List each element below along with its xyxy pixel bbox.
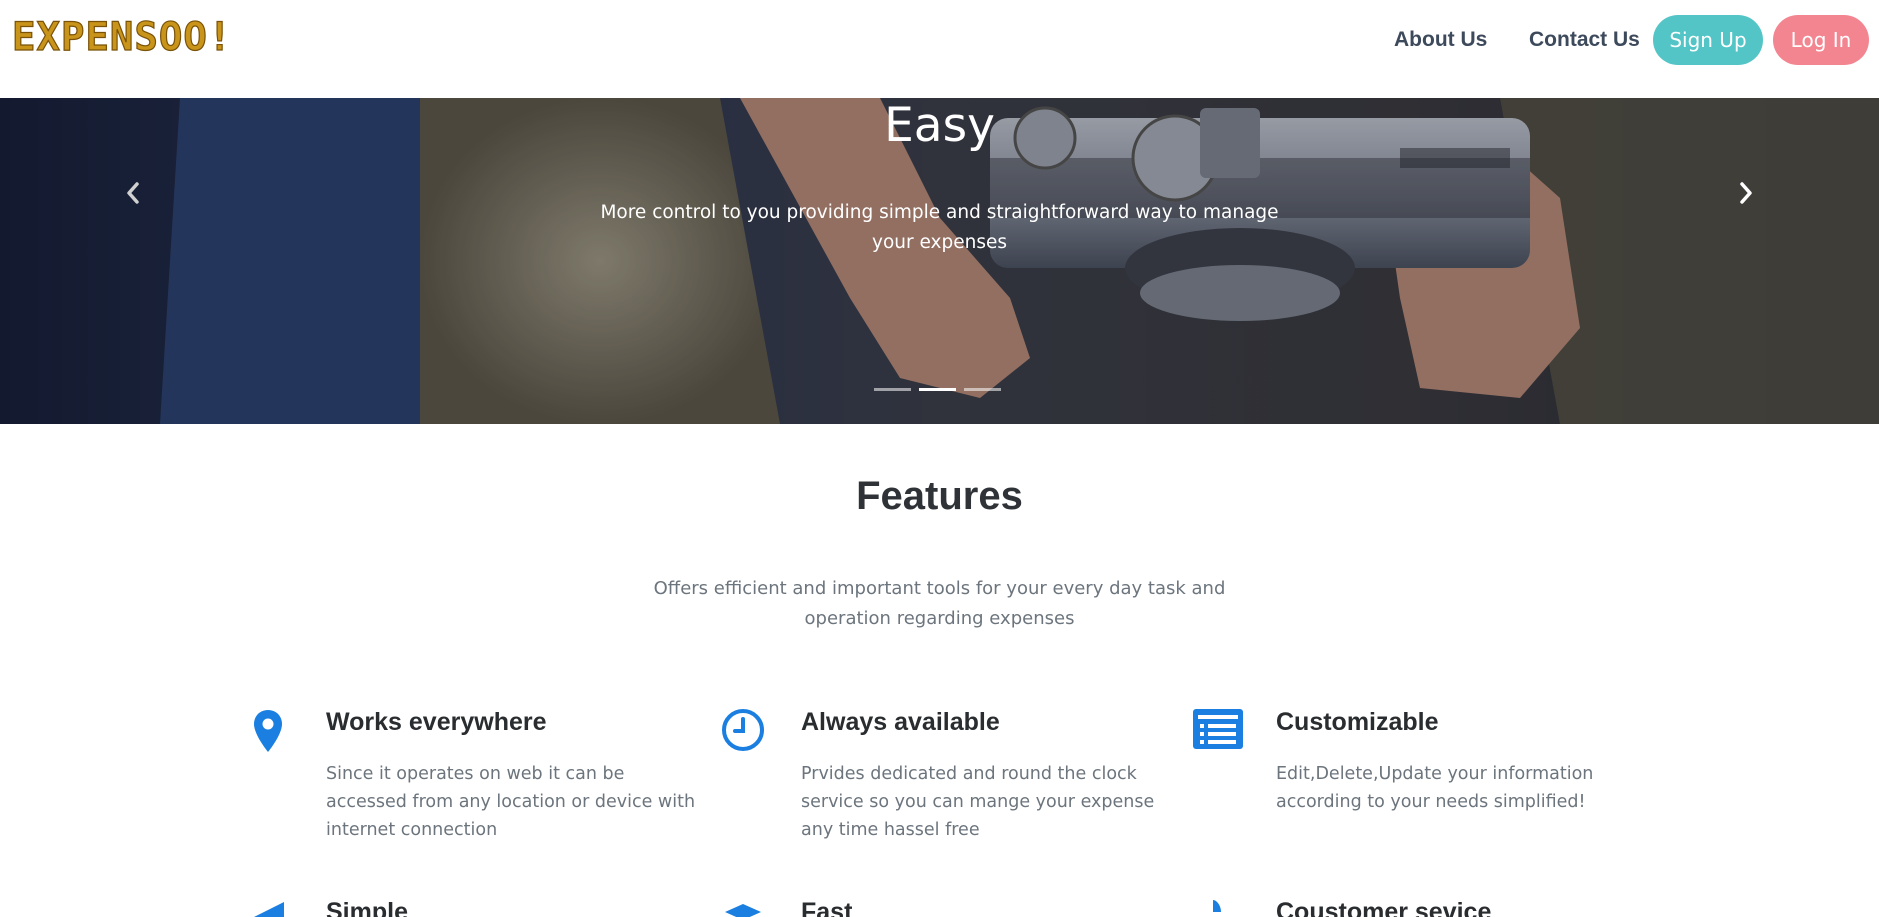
hero-title: Easy [884,98,995,153]
feature-description: Prvides dedicated and round the clock se… [801,764,1155,840]
feature-title: Simple [326,898,408,917]
feature-description: Since it operates on web it can be acces… [326,764,696,840]
carousel-indicator[interactable] [874,388,911,391]
carousel-indicators [874,388,1001,391]
signup-button[interactable]: Sign Up [1653,15,1763,65]
clock-icon [717,708,769,758]
svg-text:EXPENSOO!: EXPENSOO! [12,15,232,58]
navbar: EXPENSOO! About Us Contact Us Sign Up Lo… [0,0,1879,98]
hero-carousel: Easy More control to you providing simpl… [0,98,1879,424]
map-pin-icon [242,708,294,758]
features-lead: Offers efficient and important tools for… [653,578,1226,629]
feature-title: Coustomer sevice [1276,898,1492,917]
chevron-right-icon [1740,182,1752,204]
chevron-left-icon [127,182,139,204]
carousel-indicator-active[interactable] [919,388,956,391]
plane-icon [717,898,769,917]
carousel-next-button[interactable] [1731,178,1761,208]
phone-icon [1192,898,1244,917]
carousel-prev-button[interactable] [118,178,148,208]
megaphone-icon [242,898,294,917]
feature-title: Always available [801,708,1000,736]
brand-logo[interactable]: EXPENSOO! [10,14,290,60]
feature-title: Works everywhere [326,708,547,736]
nav-contact-link[interactable]: Contact Us [1529,28,1640,52]
hero-subtitle: More control to you providing simple and… [600,202,1279,253]
feature-description: Edit,Delete,Update your information acco… [1276,764,1594,812]
nav-about-link[interactable]: About Us [1394,28,1487,52]
features-heading: Features [856,474,1023,518]
feature-title: Customizable [1276,708,1439,736]
feature-title: Fast [801,898,853,917]
list-icon [1192,708,1244,758]
carousel-indicator[interactable] [964,388,1001,391]
login-button[interactable]: Log In [1773,15,1869,65]
